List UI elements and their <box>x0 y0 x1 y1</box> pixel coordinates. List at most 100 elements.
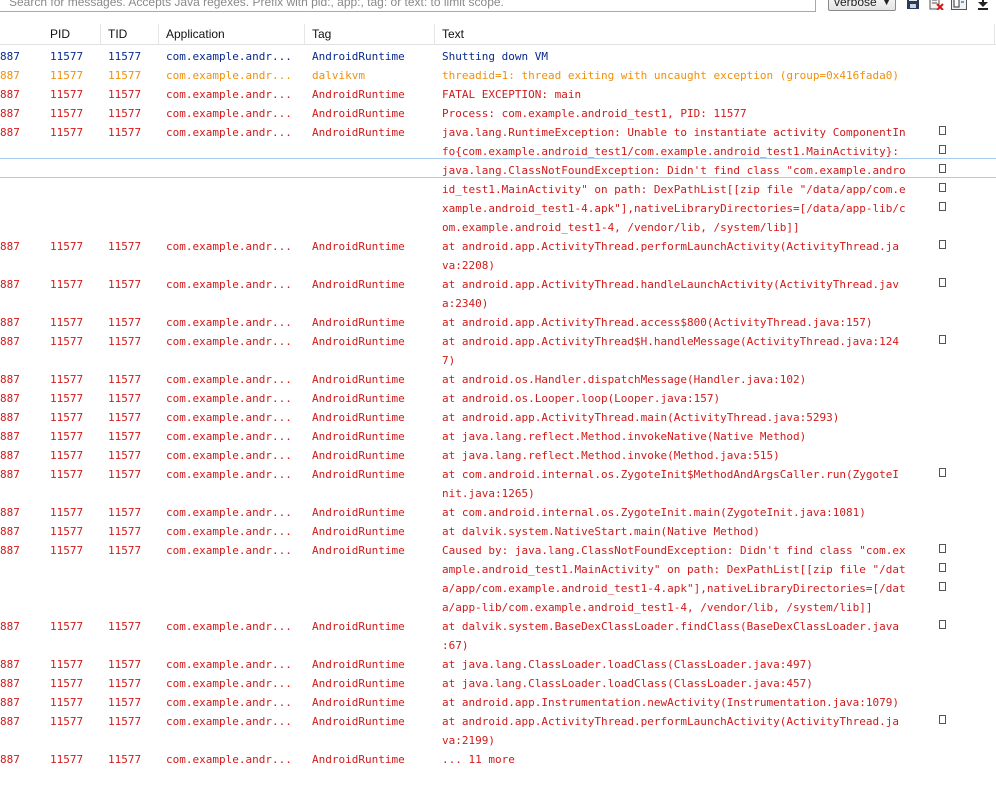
pid-cell-clipped: 887 <box>0 525 20 538</box>
application-cell: com.example.andr... <box>166 715 292 728</box>
message-text: va:2199) <box>442 734 495 747</box>
application-cell: com.example.andr... <box>166 50 292 63</box>
log-row[interactable]: 887 11577 11577 com.example.andr... AndroidR… <box>0 446 996 465</box>
message-text: at android.app.ActivityThread.performLau… <box>442 715 899 728</box>
log-row[interactable]: 887 11577 11577 com.example.andr... AndroidR… <box>0 655 996 674</box>
message-text: id_test1.MainActivity" on path: DexPathL… <box>442 183 906 196</box>
pid-cell-clipped: 887 <box>0 449 20 462</box>
column-header-text[interactable]: Text <box>442 27 464 41</box>
message-text: a:2340) <box>442 297 489 310</box>
pid-cell: 11577 <box>50 620 84 633</box>
application-cell: com.example.andr... <box>166 88 292 101</box>
line-wrap-icon <box>939 335 946 344</box>
tid-cell: 11577 <box>108 335 142 348</box>
pid-cell: 11577 <box>50 544 84 557</box>
message-text: at java.lang.reflect.Method.invoke(Metho… <box>442 449 780 462</box>
pid-cell: 11577 <box>50 392 84 405</box>
log-row[interactable]: 887 11577 11577 com.example.andr... AndroidR… <box>0 750 996 769</box>
tag-cell: AndroidRuntime <box>312 88 405 101</box>
save-icon[interactable] <box>905 0 921 10</box>
selection-bottom-border <box>0 177 996 178</box>
message-text: ... 11 more <box>442 753 515 766</box>
scroll-lock-icon[interactable] <box>975 0 991 10</box>
application-cell: com.example.andr... <box>166 392 292 405</box>
pid-cell: 11577 <box>50 753 84 766</box>
tid-cell: 11577 <box>108 525 142 538</box>
tid-cell: 11577 <box>108 107 142 120</box>
pid-cell-clipped: 887 <box>0 240 20 253</box>
message-text: FATAL EXCEPTION: main <box>442 88 582 101</box>
log-row[interactable]: 887 11577 11577 com.example.andr... AndroidR… <box>0 313 996 332</box>
pid-cell: 11577 <box>50 69 84 82</box>
log-row[interactable]: 887 11577 11577 com.example.andr... AndroidR… <box>0 370 996 389</box>
application-cell: com.example.andr... <box>166 430 292 443</box>
application-cell: com.example.andr... <box>166 658 292 671</box>
column-header-application[interactable]: Application <box>166 27 225 41</box>
pid-cell-clipped: 887 <box>0 88 20 101</box>
message-text: at java.lang.reflect.Method.invokeNative… <box>442 430 807 443</box>
pid-cell-clipped: 887 <box>0 696 20 709</box>
log-row[interactable]: 887 11577 11577 com.example.andr... AndroidR… <box>0 522 996 541</box>
log-row[interactable]: 887 11577 11577 com.example.andr... AndroidR… <box>0 712 996 750</box>
column-header-pid[interactable]: PID <box>50 27 70 41</box>
log-row[interactable]: 887 11577 11577 com.example.andr... AndroidR… <box>0 104 996 123</box>
line-wrap-icon <box>939 715 946 724</box>
pid-cell: 11577 <box>50 525 84 538</box>
log-row[interactable]: 887 11577 11577 com.example.andr... AndroidR… <box>0 674 996 693</box>
log-row[interactable]: 887 11577 11577 com.example.andr... AndroidR… <box>0 275 996 313</box>
log-row[interactable]: 887 11577 11577 com.example.andr... AndroidR… <box>0 47 996 66</box>
log-row[interactable]: 887 11577 11577 com.example.andr... AndroidR… <box>0 617 996 655</box>
pid-cell: 11577 <box>50 316 84 329</box>
application-cell: com.example.andr... <box>166 468 292 481</box>
tid-cell: 11577 <box>108 715 142 728</box>
message-text: at dalvik.system.NativeStart.main(Native… <box>442 525 760 538</box>
pid-cell: 11577 <box>50 468 84 481</box>
pid-cell: 11577 <box>50 449 84 462</box>
log-row[interactable]: 887 11577 11577 com.example.andr... AndroidR… <box>0 427 996 446</box>
column-header-tid[interactable]: TID <box>108 27 127 41</box>
pid-cell-clipped: 887 <box>0 430 20 443</box>
tag-cell: AndroidRuntime <box>312 335 405 348</box>
line-wrap-icon <box>939 563 946 572</box>
tid-cell: 11577 <box>108 677 142 690</box>
log-level-select[interactable]: verbose ▼ <box>828 0 896 11</box>
tag-cell: dalvikvm <box>312 69 365 82</box>
tag-cell: AndroidRuntime <box>312 107 405 120</box>
toggle-view-icon[interactable] <box>951 0 967 10</box>
pid-cell: 11577 <box>50 335 84 348</box>
log-row[interactable]: 887 11577 11577 com.example.andr... AndroidR… <box>0 503 996 522</box>
message-text: a/app/com.example.android_test1-4.apk"],… <box>442 582 906 595</box>
log-row[interactable]: 887 11577 11577 com.example.andr... AndroidR… <box>0 465 996 503</box>
pid-cell: 11577 <box>50 715 84 728</box>
log-row[interactable]: 887 11577 11577 com.example.andr... AndroidR… <box>0 389 996 408</box>
pid-cell: 11577 <box>50 107 84 120</box>
tag-cell: AndroidRuntime <box>312 449 405 462</box>
pid-cell-clipped: 887 <box>0 658 20 671</box>
log-row[interactable]: 887 11577 11577 com.example.andr... AndroidR… <box>0 123 996 237</box>
tid-cell: 11577 <box>108 468 142 481</box>
log-row[interactable]: 887 11577 11577 com.example.andr... AndroidR… <box>0 693 996 712</box>
application-cell: com.example.andr... <box>166 753 292 766</box>
log-row[interactable]: 887 11577 11577 com.example.andr... AndroidR… <box>0 237 996 275</box>
message-text: va:2208) <box>442 259 495 272</box>
application-cell: com.example.andr... <box>166 373 292 386</box>
search-input[interactable]: Search for messages. Accepts Java regexe… <box>0 0 816 12</box>
pid-cell: 11577 <box>50 411 84 424</box>
log-row[interactable]: 887 11577 11577 com.example.andr... AndroidR… <box>0 408 996 427</box>
message-text: at com.android.internal.os.ZygoteInit$Me… <box>442 468 899 481</box>
pid-cell-clipped: 887 <box>0 335 20 348</box>
clear-log-icon[interactable] <box>928 0 944 10</box>
message-text: fo{com.example.android_test1/com.example… <box>442 145 899 158</box>
column-header-tag[interactable]: Tag <box>312 27 331 41</box>
pid-cell: 11577 <box>50 126 84 139</box>
pid-cell-clipped: 887 <box>0 620 20 633</box>
log-row[interactable]: 887 11577 11577 com.example.andr... AndroidR… <box>0 332 996 370</box>
tag-cell: AndroidRuntime <box>312 430 405 443</box>
pid-cell: 11577 <box>50 430 84 443</box>
line-wrap-icon <box>939 544 946 553</box>
log-row[interactable]: 887 11577 11577 com.example.andr... AndroidR… <box>0 541 996 617</box>
log-row[interactable]: 887 11577 11577 com.example.andr... AndroidR… <box>0 85 996 104</box>
message-text: at android.app.ActivityThread$H.handleMe… <box>442 335 899 348</box>
log-row[interactable]: 887 11577 11577 com.example.andr... dalvikvm… <box>0 66 996 85</box>
message-text: ample.android_test1.MainActivity" on pat… <box>442 563 906 576</box>
